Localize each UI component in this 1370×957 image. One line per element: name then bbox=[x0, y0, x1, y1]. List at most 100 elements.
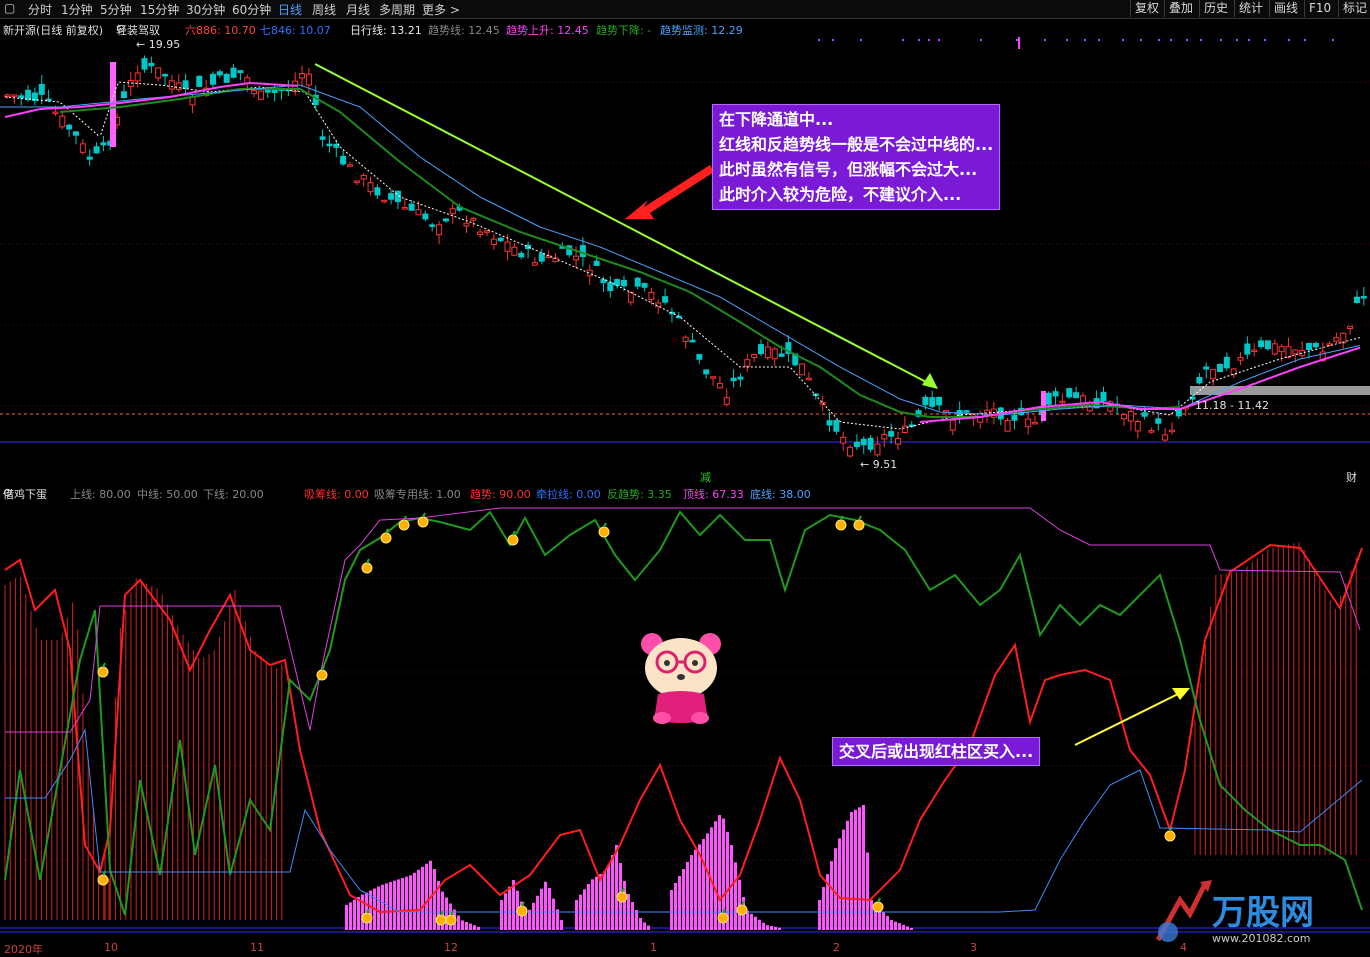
pink-volume-bar bbox=[417, 869, 420, 930]
pink-volume-bar bbox=[846, 820, 849, 930]
candle-body bbox=[1347, 325, 1354, 329]
pink-volume-bar bbox=[532, 902, 535, 930]
candle-body bbox=[59, 115, 66, 128]
egg-signal-icon bbox=[417, 516, 429, 528]
tab-15min[interactable]: 15分钟 bbox=[140, 1, 179, 18]
egg-signal-icon bbox=[380, 532, 392, 544]
pink-volume-bar bbox=[762, 922, 765, 930]
candle-body bbox=[949, 419, 956, 431]
tab-more[interactable]: 更多 > bbox=[422, 1, 460, 18]
egg-signal-icon bbox=[361, 562, 373, 574]
candle-body bbox=[881, 433, 888, 440]
pink-volume-bar bbox=[560, 920, 563, 930]
candle-body bbox=[1210, 368, 1217, 380]
f10-button[interactable]: F10 bbox=[1304, 0, 1335, 17]
info-trend: 趋势线: 12.45 bbox=[428, 24, 500, 37]
egg-leaf bbox=[403, 515, 407, 521]
candle-body bbox=[737, 376, 744, 380]
egg-leaf bbox=[858, 515, 862, 521]
mark-button[interactable]: 标记 bbox=[1338, 0, 1370, 17]
tab-60min[interactable]: 60分钟 bbox=[232, 1, 271, 18]
history-button[interactable]: 历史 bbox=[1199, 0, 1232, 17]
pink-volume-bar bbox=[862, 805, 865, 930]
candle-body bbox=[230, 67, 237, 78]
candle-body bbox=[1333, 337, 1340, 342]
pink-volume-bar bbox=[770, 926, 773, 930]
egg-leaf bbox=[366, 558, 370, 564]
jian-marker: 减 bbox=[700, 471, 711, 484]
tab-fenshi[interactable]: 分时 bbox=[28, 1, 52, 18]
pink-volume-bar bbox=[445, 897, 448, 930]
pink-volume-bar bbox=[540, 888, 543, 930]
candle-body bbox=[723, 397, 730, 405]
candle-body bbox=[922, 396, 929, 406]
candle-body bbox=[340, 155, 347, 165]
pink-volume-bar bbox=[890, 920, 893, 930]
candle-body bbox=[621, 279, 627, 287]
candle-body bbox=[929, 397, 936, 407]
buy-signal-callout: 交叉后或出现红柱区买入... bbox=[832, 737, 1041, 766]
buy-arrow-head-icon bbox=[1172, 688, 1190, 700]
egg-signal-icon bbox=[398, 519, 410, 531]
candle-body bbox=[716, 382, 723, 389]
tab-monthly[interactable]: 月线 bbox=[346, 1, 370, 18]
menu-icon[interactable]: ▢ bbox=[4, 1, 15, 15]
tab-1min[interactable]: 1分钟 bbox=[61, 1, 93, 18]
candle-body bbox=[1258, 340, 1265, 348]
candle-body bbox=[1127, 411, 1134, 422]
candle-body bbox=[1223, 356, 1230, 369]
egg-leaf bbox=[877, 897, 881, 903]
pink-volume-bar bbox=[477, 926, 480, 930]
signal-dot bbox=[938, 39, 940, 41]
pink-volume-bar bbox=[838, 838, 841, 930]
overlay-button[interactable]: 叠加 bbox=[1164, 0, 1197, 17]
date-tick-label: 2020年 bbox=[4, 943, 43, 956]
signal-dot bbox=[1170, 39, 1172, 41]
pink-volume-bar bbox=[902, 924, 905, 930]
candle-body bbox=[771, 348, 778, 360]
candlestick-chart[interactable] bbox=[0, 37, 1370, 485]
pink-volume-bar bbox=[702, 839, 705, 930]
candle-body bbox=[353, 180, 360, 183]
pink-volume-bar bbox=[397, 879, 400, 930]
candle-body bbox=[271, 89, 278, 93]
stats-button[interactable]: 统计 bbox=[1234, 0, 1267, 17]
candle-body bbox=[504, 241, 511, 252]
candle-body bbox=[1073, 392, 1080, 399]
candle-body bbox=[607, 282, 614, 292]
fuquan-button[interactable]: 复权 bbox=[1130, 0, 1163, 17]
tab-daily[interactable]: 日线 bbox=[278, 1, 302, 18]
candle-body bbox=[66, 124, 73, 130]
candle-body bbox=[840, 436, 847, 444]
tab-30min[interactable]: 30分钟 bbox=[186, 1, 225, 18]
draw-button[interactable]: 画线 bbox=[1269, 0, 1302, 17]
pink-volume-bar bbox=[639, 918, 642, 930]
candle-body bbox=[1141, 412, 1148, 417]
candle-body bbox=[518, 252, 525, 258]
candle-body bbox=[11, 94, 18, 97]
date-tick-label: 2 bbox=[833, 941, 840, 954]
candle-body bbox=[1360, 296, 1367, 299]
signal-dot bbox=[832, 39, 834, 41]
pink-volume-bar bbox=[413, 872, 416, 930]
candle-body bbox=[1059, 400, 1066, 404]
candle-body bbox=[25, 89, 32, 101]
candle-body bbox=[764, 346, 771, 359]
tab-weekly[interactable]: 周线 bbox=[312, 1, 336, 18]
buy-arrow-line bbox=[1074, 692, 1181, 746]
signal-dot bbox=[1236, 39, 1238, 41]
pink-volume-bar bbox=[682, 869, 685, 930]
candle-body bbox=[401, 207, 408, 210]
tab-5min[interactable]: 5分钟 bbox=[100, 1, 132, 18]
candle-body bbox=[182, 80, 189, 89]
tab-multi-period[interactable]: 多周期 bbox=[379, 1, 415, 18]
candle-body bbox=[744, 359, 751, 367]
date-tick-label: 4 bbox=[1180, 941, 1187, 954]
chevron-right-icon: > bbox=[449, 3, 460, 17]
date-tick-label: 1 bbox=[650, 941, 657, 954]
candle-body bbox=[641, 283, 648, 288]
candle-body bbox=[38, 83, 45, 95]
pink-volume-bar bbox=[758, 919, 761, 930]
signal-dot bbox=[1098, 39, 1100, 41]
pink-volume-bar bbox=[714, 821, 717, 930]
